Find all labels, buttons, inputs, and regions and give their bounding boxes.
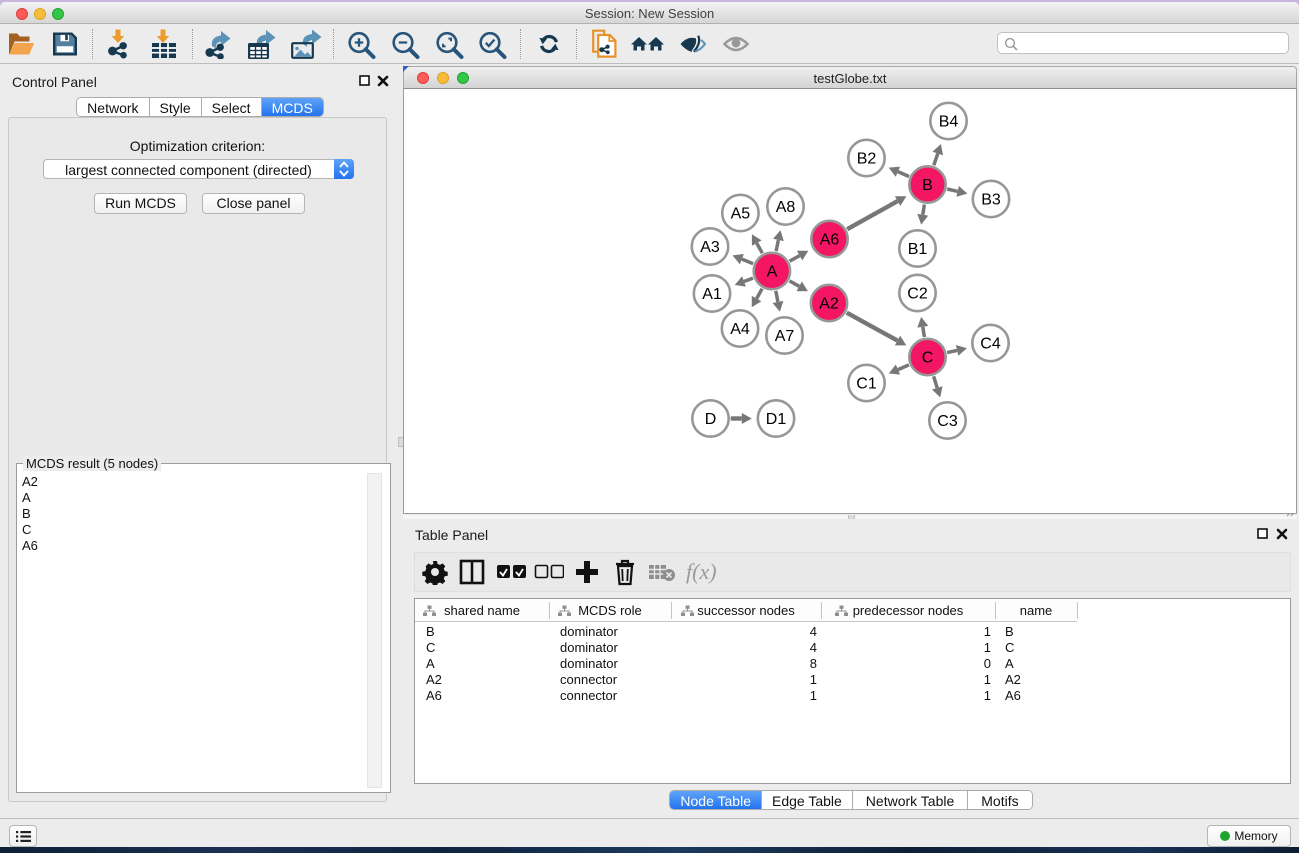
svg-text:B2: B2 (857, 151, 877, 168)
svg-text:B1: B1 (908, 241, 928, 258)
svg-text:A8: A8 (776, 199, 796, 216)
svg-text:A1: A1 (702, 286, 722, 303)
svg-text:C3: C3 (937, 413, 958, 430)
svg-text:C: C (922, 350, 934, 367)
svg-text:C1: C1 (856, 376, 877, 393)
svg-text:A6: A6 (820, 232, 840, 249)
svg-text:D: D (705, 411, 717, 428)
svg-text:A: A (767, 264, 778, 281)
svg-text:B: B (922, 177, 933, 194)
svg-text:D1: D1 (766, 411, 787, 428)
svg-text:A4: A4 (730, 321, 750, 338)
svg-text:C4: C4 (980, 336, 1001, 353)
svg-text:B4: B4 (939, 114, 959, 131)
svg-text:B3: B3 (981, 192, 1001, 209)
svg-text:A7: A7 (775, 328, 795, 345)
svg-text:A3: A3 (700, 239, 720, 256)
svg-text:A5: A5 (731, 206, 751, 223)
svg-text:C2: C2 (907, 286, 928, 303)
svg-text:A2: A2 (819, 296, 839, 313)
